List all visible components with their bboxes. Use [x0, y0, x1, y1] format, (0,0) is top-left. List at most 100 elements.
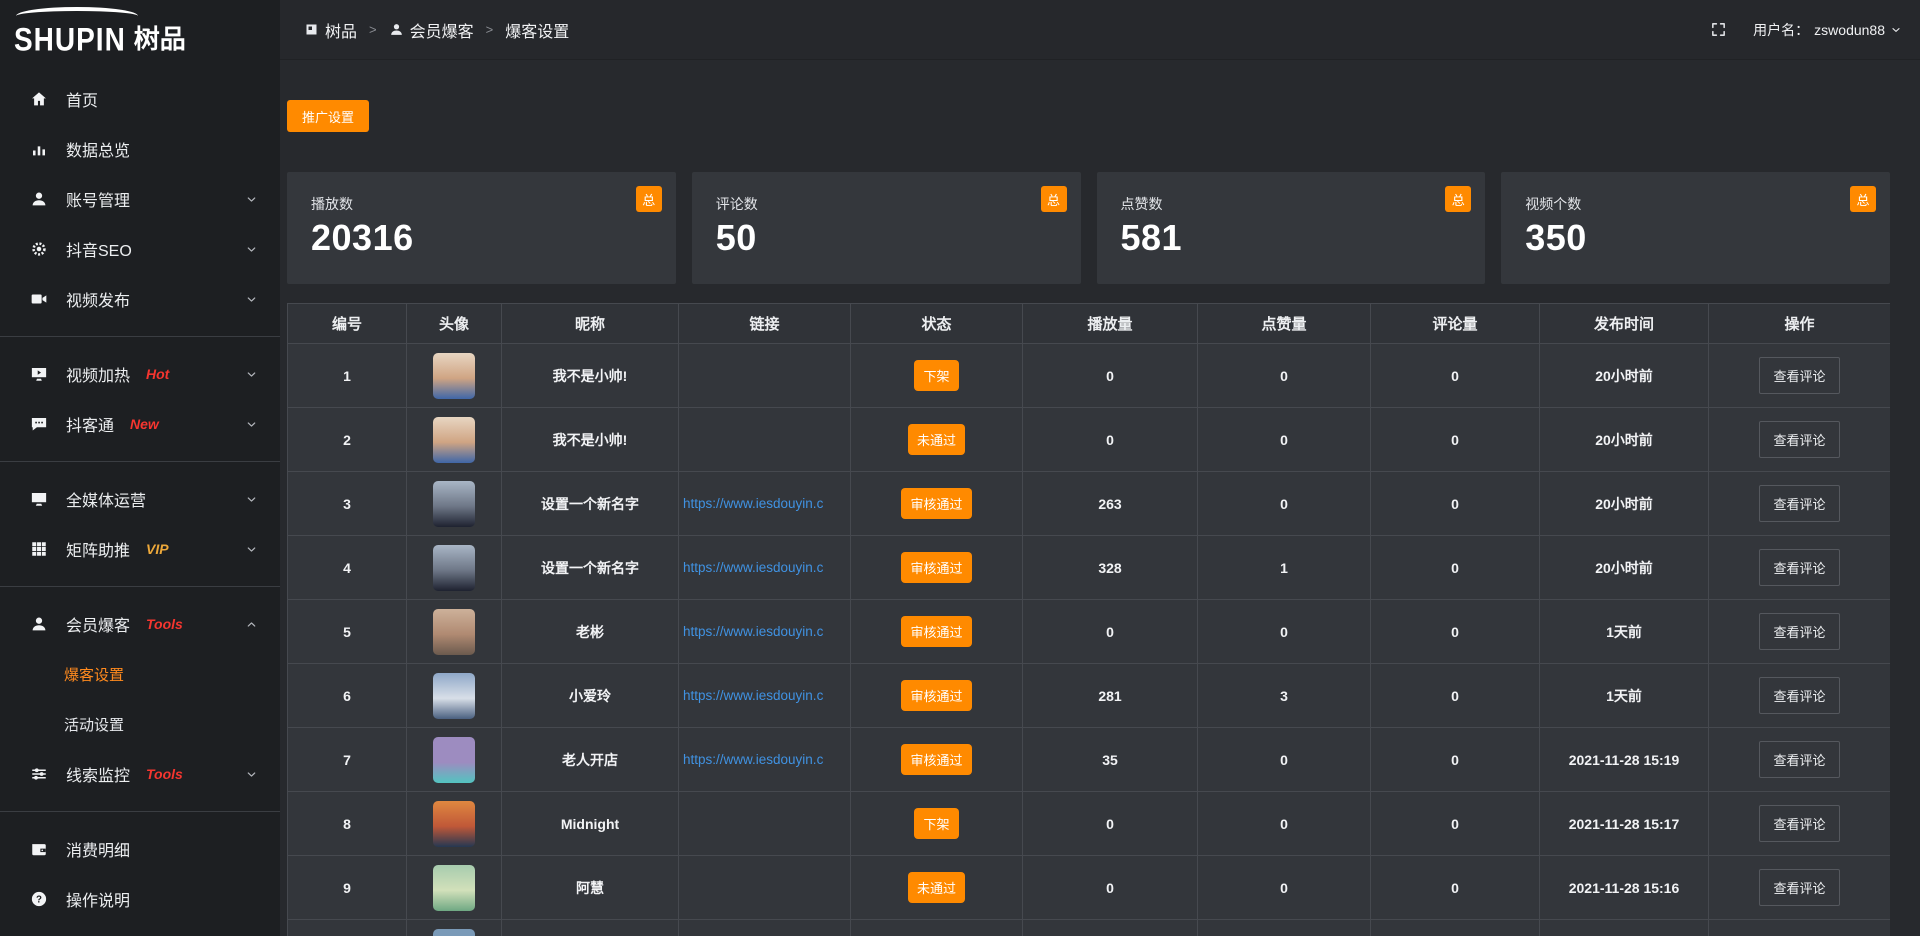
sidebar-divider: [0, 586, 280, 587]
cell-comments: 0: [1371, 664, 1540, 728]
table-row: 3设置一个新名字https://www.iesdouyin.c审核通过26300…: [288, 472, 1891, 536]
view-comments-button[interactable]: 查看评论: [1759, 869, 1839, 906]
stat-card-value: 350: [1525, 217, 1890, 259]
user-icon: [389, 22, 404, 37]
video-link[interactable]: https://www.iesdouyin.c: [679, 688, 850, 703]
home-icon: [30, 90, 50, 108]
status-badge: 审核通过: [901, 552, 971, 583]
sidebar-item-clue-monitor[interactable]: 线索监控Tools: [0, 749, 280, 799]
cell-plays: 328: [1023, 536, 1198, 600]
sidebar-item-douyin-seo[interactable]: 抖音SEO: [0, 224, 280, 274]
sidebar-item-operation-guide[interactable]: ?操作说明: [0, 874, 280, 924]
cell-id: 1: [288, 344, 407, 408]
cell-link: https://www.iesdouyin.c: [679, 536, 851, 600]
cell-time: 20小时前: [1540, 536, 1709, 600]
cell-link: [679, 920, 851, 936]
status-badge: 下架: [914, 808, 958, 839]
sidebar-item-member-baoke[interactable]: 会员爆客Tools: [0, 599, 280, 649]
sidebar-item-video-publish[interactable]: 视频发布: [0, 274, 280, 324]
cell-likes: 0: [1198, 856, 1371, 920]
breadcrumb-label: 会员爆客: [410, 18, 474, 42]
grid-icon: [30, 540, 50, 558]
column-header: 评论量: [1371, 304, 1540, 344]
video-link[interactable]: https://www.iesdouyin.c: [679, 560, 850, 575]
breadcrumb-item-shupin[interactable]: 树品: [304, 18, 357, 42]
sidebar-item-video-heating[interactable]: 视频加热Hot: [0, 349, 280, 399]
app-icon: [304, 22, 319, 37]
cell-status: 审核通过: [851, 472, 1023, 536]
video-link[interactable]: https://www.iesdouyin.c: [679, 496, 850, 511]
sidebar-item-tag: Tools: [146, 766, 183, 782]
sidebar-item-omni-media[interactable]: 全媒体运营: [0, 474, 280, 524]
cell-nickname: 阿慧: [502, 856, 679, 920]
table-row: 5老彬https://www.iesdouyin.c审核通过0001天前查看评论: [288, 600, 1891, 664]
stat-card: 播放数20316总: [287, 172, 676, 284]
view-comments-button[interactable]: 查看评论: [1759, 741, 1839, 778]
chevron-down-icon: [245, 193, 258, 206]
avatar: [433, 417, 475, 463]
total-badge: 总: [1850, 186, 1876, 212]
sidebar-subitem-baoke-settings[interactable]: 爆客设置: [0, 649, 280, 699]
cell-id: 3: [288, 472, 407, 536]
total-badge: 总: [1445, 186, 1471, 212]
table-row: 7老人开店https://www.iesdouyin.c审核通过35002021…: [288, 728, 1891, 792]
sidebar-item-home[interactable]: 首页: [0, 74, 280, 124]
cell-plays: 0: [1023, 600, 1198, 664]
topbar-right: 用户名： zswodun88: [1710, 20, 1902, 40]
view-comments-button[interactable]: 查看评论: [1759, 613, 1839, 650]
cell-action: 查看评论: [1709, 600, 1891, 664]
sidebar-item-label: 首页: [66, 87, 98, 111]
breadcrumb-label: 树品: [325, 18, 357, 42]
cell-likes: 1: [1198, 536, 1371, 600]
breadcrumb-item-baoke-settings[interactable]: 爆客设置: [505, 18, 569, 42]
column-header: 链接: [679, 304, 851, 344]
sidebar: SHUPIN 树品 首页数据总览账号管理抖音SEO视频发布视频加热Hot抖客通N…: [0, 0, 280, 936]
cell-nickname: 我不是小帅!: [502, 408, 679, 472]
table-row: 6小爱玲https://www.iesdouyin.c审核通过281301天前查…: [288, 664, 1891, 728]
breadcrumb-item-member-baoke[interactable]: 会员爆客: [389, 18, 474, 42]
cell-time: 20小时前: [1540, 344, 1709, 408]
column-header: 头像: [407, 304, 502, 344]
avatar: [433, 865, 475, 911]
cell-action: 查看评论: [1709, 664, 1891, 728]
view-comments-button[interactable]: 查看评论: [1759, 549, 1839, 586]
user-menu[interactable]: 用户名： zswodun88: [1753, 20, 1902, 40]
sidebar-item-account-management[interactable]: 账号管理: [0, 174, 280, 224]
sidebar-item-consumption-details[interactable]: 消费明细: [0, 824, 280, 874]
view-comments-button[interactable]: 查看评论: [1759, 485, 1839, 522]
cell-id: 9: [288, 856, 407, 920]
monitor-icon: [30, 490, 50, 508]
chevron-down-icon: [245, 418, 258, 431]
cell-link: https://www.iesdouyin.c: [679, 472, 851, 536]
cell-plays: 281: [1023, 664, 1198, 728]
avatar: [433, 609, 475, 655]
cell-plays: 0: [1023, 792, 1198, 856]
total-badge: 总: [1041, 186, 1067, 212]
view-comments-button[interactable]: 查看评论: [1759, 421, 1839, 458]
user-icon: [30, 190, 50, 208]
video-link[interactable]: https://www.iesdouyin.c: [679, 752, 850, 767]
chevron-down-icon: [245, 493, 258, 506]
status-badge: 下架: [914, 360, 958, 391]
table-body: 1我不是小帅!下架00020小时前查看评论2我不是小帅!未通过00020小时前查…: [288, 344, 1891, 936]
sidebar-item-data-overview[interactable]: 数据总览: [0, 124, 280, 174]
cell-comments: [1371, 920, 1540, 936]
sidebar-subitem-activity-settings[interactable]: 活动设置: [0, 699, 280, 749]
logo-text-en: SHUPIN: [14, 22, 126, 59]
cell-comments: 0: [1371, 600, 1540, 664]
cell-comments: 0: [1371, 408, 1540, 472]
fullscreen-icon[interactable]: [1710, 21, 1727, 38]
stat-card: 评论数50总: [692, 172, 1081, 284]
sidebar-item-matrix-boost[interactable]: 矩阵助推VIP: [0, 524, 280, 574]
cell-time: 20小时前: [1540, 408, 1709, 472]
promo-settings-button[interactable]: 推广设置: [287, 100, 369, 132]
sidebar-item-douke-tong[interactable]: 抖客通New: [0, 399, 280, 449]
cell-action: [1709, 920, 1891, 936]
cell-nickname: 设置一个新名字: [502, 472, 679, 536]
video-link[interactable]: https://www.iesdouyin.c: [679, 624, 850, 639]
view-comments-button[interactable]: 查看评论: [1759, 357, 1839, 394]
cell-likes: 0: [1198, 600, 1371, 664]
cell-link: [679, 344, 851, 408]
view-comments-button[interactable]: 查看评论: [1759, 677, 1839, 714]
view-comments-button[interactable]: 查看评论: [1759, 805, 1839, 842]
